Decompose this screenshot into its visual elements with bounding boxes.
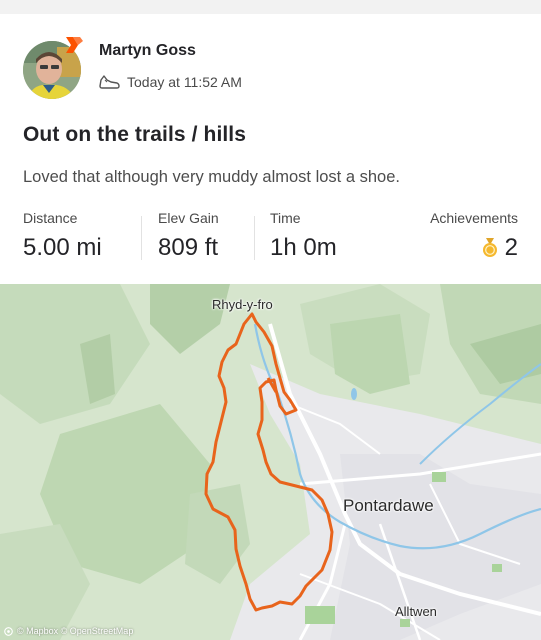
map-label-rhyd-y-fro: Rhyd-y-fro <box>212 297 273 312</box>
shoe-icon <box>99 75 120 89</box>
stat-time: Time 1h 0m <box>270 210 337 262</box>
stat-elevation: Elev Gain 809 ft <box>158 210 219 262</box>
stat-distance-value: 5.00 mi <box>23 234 102 261</box>
stats-row: Distance 5.00 mi Elev Gain 809 ft Time 1… <box>0 210 541 270</box>
mapbox-logo-icon <box>4 626 13 636</box>
activity-timestamp: Today at 11:52 AM <box>127 74 242 90</box>
map-label-alltwen: Alltwen <box>395 604 437 619</box>
stat-achievements-label: Achievements <box>430 210 518 226</box>
stat-achievements[interactable]: Achievements 2 <box>430 210 518 262</box>
stat-time-value: 1h 0m <box>270 234 337 261</box>
activity-meta: Today at 11:52 AM <box>98 72 242 92</box>
activity-card[interactable]: Martyn Goss Today at 11:52 AM Out on the… <box>0 14 541 640</box>
stat-distance: Distance 5.00 mi <box>23 210 102 262</box>
map-canvas <box>0 284 541 640</box>
activity-description: Loved that although very muddy almost lo… <box>23 168 400 186</box>
stat-time-label: Time <box>270 210 301 226</box>
stat-divider <box>254 216 255 260</box>
map-attribution[interactable]: © Mapbox © OpenStreetMap <box>4 626 133 636</box>
stat-achievements-value: 2 <box>504 234 518 261</box>
map-label-pontardawe: Pontardawe <box>343 496 434 515</box>
stat-divider <box>141 216 142 260</box>
athlete-name[interactable]: Martyn Goss <box>99 42 196 60</box>
medal-icon <box>482 238 497 257</box>
stat-elevation-label: Elev Gain <box>158 210 219 226</box>
stat-elevation-value: 809 ft <box>158 234 219 261</box>
map-attribution-text: © Mapbox © OpenStreetMap <box>17 626 134 636</box>
strava-logo-icon <box>66 37 83 53</box>
stat-distance-label: Distance <box>23 210 78 226</box>
route-map[interactable]: Rhyd-y-fro Pontardawe Alltwen © Mapbox ©… <box>0 284 541 640</box>
activity-title[interactable]: Out on the trails / hills <box>23 123 246 147</box>
